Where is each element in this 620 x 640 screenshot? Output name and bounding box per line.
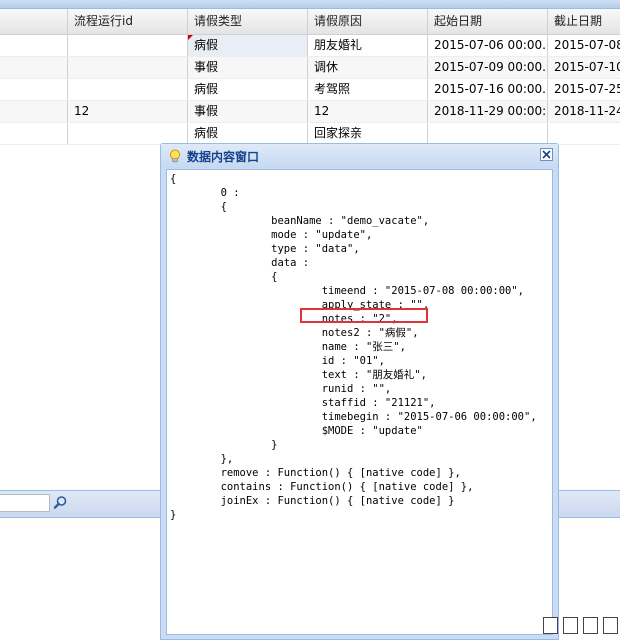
cell-text: 病假 (194, 38, 219, 52)
top-toolbar-strip (0, 0, 620, 9)
grid-header-row: 流程运行id 请假类型 请假原因 起始日期 截止日期 (0, 9, 620, 35)
table-cell[interactable]: 病假 (188, 123, 308, 144)
corner-square (603, 617, 618, 634)
table-cell[interactable]: 回家探亲 (308, 123, 428, 144)
highlight-box (300, 308, 428, 323)
window-title: 数据内容窗口 (187, 150, 260, 164)
close-icon[interactable] (540, 148, 553, 161)
content-line: data : (170, 257, 310, 269)
table-cell[interactable] (68, 79, 188, 100)
table-cell[interactable]: 病假 (188, 79, 308, 100)
table-cell[interactable]: 2015-07-06 00:00... (428, 35, 548, 56)
column-header-runid[interactable]: 流程运行id (68, 9, 188, 34)
table-cell[interactable] (0, 79, 68, 100)
table-cell[interactable]: 事假 (188, 57, 308, 78)
content-line: mode : "update", (170, 229, 373, 241)
table-cell[interactable]: 事假 (188, 101, 308, 122)
table-cell[interactable] (0, 101, 68, 122)
content-line: { (170, 271, 278, 283)
table-cell[interactable]: 2018-11-29 00:00:... (428, 101, 548, 122)
table-cell[interactable]: 12 (68, 101, 188, 122)
table-cell[interactable] (0, 123, 68, 144)
table-cell[interactable]: 12 (308, 101, 428, 122)
content-line: name : "张三", (170, 341, 406, 353)
content-line: contains : Function() { [native code] }, (170, 481, 474, 493)
corner-square (583, 617, 598, 634)
table-cell[interactable] (68, 123, 188, 144)
table-cell[interactable] (68, 57, 188, 78)
table-cell[interactable]: 2015-07-16 00:00... (428, 79, 548, 100)
content-line: { (170, 173, 177, 185)
table-cell[interactable]: 调休 (308, 57, 428, 78)
content-line: text : "朋友婚礼", (170, 369, 427, 381)
column-header-leave-reason[interactable]: 请假原因 (308, 9, 428, 34)
content-line: } (170, 439, 278, 451)
table-cell[interactable]: 朋友婚礼 (308, 35, 428, 56)
content-line: joinEx : Function() { [native code] } (170, 495, 455, 507)
table-cell[interactable] (548, 123, 620, 144)
column-header-start-date[interactable]: 起始日期 (428, 9, 548, 34)
table-row[interactable]: 病假 回家探亲 (0, 123, 620, 145)
table-cell[interactable] (68, 35, 188, 56)
table-cell[interactable]: 2015-07-08 0 (548, 35, 620, 56)
corner-square (543, 617, 558, 634)
table-row[interactable]: 病假 朋友婚礼 2015-07-06 00:00... 2015-07-08 0 (0, 35, 620, 57)
table-cell[interactable]: 2015-07-10 0 (548, 57, 620, 78)
table-cell[interactable] (0, 57, 68, 78)
content-line: beanName : "demo_vacate", (170, 215, 430, 227)
window-titlebar[interactable]: 数据内容窗口 (161, 144, 558, 168)
content-line: timeend : "2015-07-08 00:00:00", (170, 285, 525, 297)
content-line: } (170, 509, 177, 521)
table-row[interactable]: 事假 调休 2015-07-09 00:00... 2015-07-10 0 (0, 57, 620, 79)
corner-square (563, 617, 578, 634)
content-line: { (170, 201, 227, 213)
data-content-window: 数据内容窗口 { 0 : { beanName : "demo_vacate",… (160, 143, 559, 640)
content-line: remove : Function() { [native code] }, (170, 467, 461, 479)
content-line: timebegin : "2015-07-06 00:00:00", (170, 411, 537, 423)
table-row[interactable]: 病假 考驾照 2015-07-16 00:00... 2015-07-25 0 (0, 79, 620, 101)
content-line: type : "data", (170, 243, 360, 255)
data-grid: 流程运行id 请假类型 请假原因 起始日期 截止日期 病假 朋友婚礼 2015-… (0, 9, 620, 145)
table-cell[interactable]: 2018-11-24 0 (548, 101, 620, 122)
content-line: notes2 : "病假", (170, 327, 419, 339)
search-input[interactable] (0, 494, 50, 512)
content-line: }, (170, 453, 234, 465)
search-icon[interactable] (51, 494, 70, 512)
table-cell[interactable] (0, 35, 68, 56)
table-cell[interactable] (428, 123, 548, 144)
content-line: $MODE : "update" (170, 425, 423, 437)
lightbulb-icon (168, 149, 182, 167)
content-line: 0 : (170, 187, 240, 199)
window-content: { 0 : { beanName : "demo_vacate", mode :… (166, 169, 553, 635)
table-cell[interactable]: 考驾照 (308, 79, 428, 100)
dirty-marker (188, 35, 193, 40)
content-line: staffid : "21121", (170, 397, 436, 409)
table-cell[interactable]: 2015-07-09 00:00... (428, 57, 548, 78)
column-header[interactable] (0, 9, 68, 34)
table-cell-selected[interactable]: 病假 (188, 35, 308, 56)
column-header-end-date[interactable]: 截止日期 (548, 9, 620, 34)
table-row[interactable]: 12 事假 12 2018-11-29 00:00:... 2018-11-24… (0, 101, 620, 123)
column-header-leave-type[interactable]: 请假类型 (188, 9, 308, 34)
table-cell[interactable]: 2015-07-25 0 (548, 79, 620, 100)
json-content: { 0 : { beanName : "demo_vacate", mode :… (167, 170, 552, 524)
content-line: runid : "", (170, 383, 392, 395)
content-line: id : "01", (170, 355, 385, 367)
